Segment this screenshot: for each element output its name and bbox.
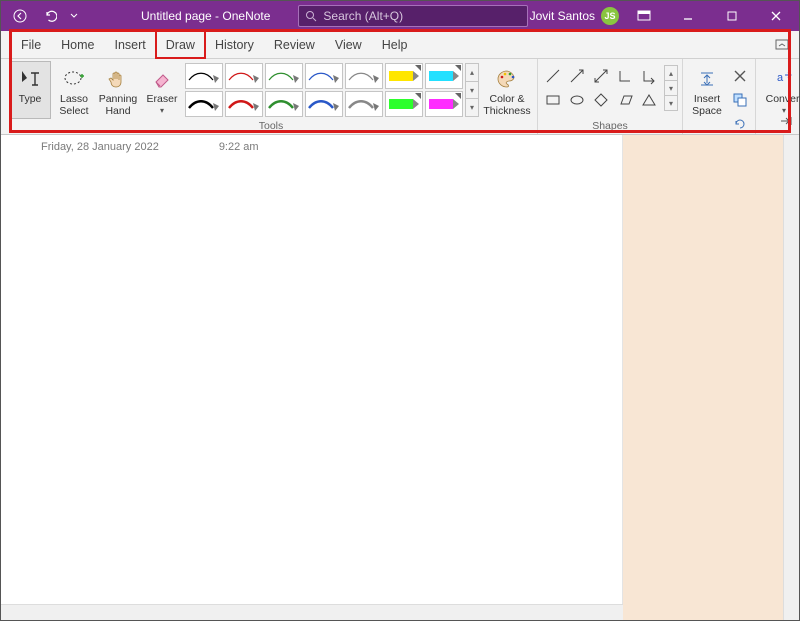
pen-gallery-more[interactable]: ▴▾▾ — [465, 63, 479, 117]
shape-line[interactable] — [542, 65, 564, 87]
search-icon — [305, 10, 317, 22]
highlighter-pen[interactable] — [385, 63, 423, 89]
delete-button[interactable] — [729, 65, 751, 87]
tab-review[interactable]: Review — [264, 31, 325, 58]
page-canvas: Friday, 28 January 2022 9:22 am — [1, 135, 799, 620]
ribbon-draw: Type Lasso Select Panning Hand Eraser ▾ … — [1, 59, 799, 135]
shape-parallelogram[interactable] — [614, 89, 636, 111]
tab-file[interactable]: File — [11, 31, 51, 58]
note-page[interactable]: Friday, 28 January 2022 9:22 am — [1, 135, 623, 620]
shape-double-arrow[interactable] — [590, 65, 612, 87]
pen[interactable] — [265, 63, 303, 89]
eraser-icon — [151, 66, 173, 92]
type-tool-button[interactable]: Type — [9, 61, 51, 119]
chevron-down-icon: ▾ — [160, 106, 164, 115]
panning-hand-button[interactable]: Panning Hand — [97, 61, 139, 119]
color-thickness-button[interactable]: Color & Thickness — [481, 61, 533, 119]
pen[interactable] — [185, 63, 223, 89]
minimize-button[interactable] — [669, 1, 707, 31]
pen[interactable] — [305, 91, 343, 117]
side-panel[interactable] — [623, 135, 783, 620]
highlighter-pen[interactable] — [385, 91, 423, 117]
pen[interactable] — [225, 63, 263, 89]
tab-home[interactable]: Home — [51, 31, 104, 58]
pen[interactable] — [345, 63, 383, 89]
rotate-button[interactable] — [729, 113, 751, 135]
insert-space-icon — [697, 66, 717, 92]
back-button[interactable] — [7, 3, 33, 29]
search-placeholder: Search (Alt+Q) — [323, 9, 403, 23]
title-bar: Untitled page - OneNote Search (Alt+Q) J… — [1, 1, 799, 31]
maximize-button[interactable] — [713, 1, 751, 31]
eraser-button[interactable]: Eraser ▾ — [141, 61, 183, 119]
group-label-shapes: Shapes — [542, 120, 678, 134]
hand-icon — [107, 66, 129, 92]
chevron-down-icon: ▾ — [782, 106, 786, 115]
lasso-icon — [62, 66, 86, 92]
window-title: Untitled page - OneNote — [141, 9, 270, 23]
shapes-gallery-more[interactable]: ▴▾▾ — [664, 65, 678, 111]
palette-icon — [495, 66, 519, 92]
shape-elbow[interactable] — [614, 65, 636, 87]
pen-gallery — [185, 61, 463, 117]
tab-draw[interactable]: Draw — [156, 31, 205, 58]
collapse-ribbon-button[interactable] — [771, 35, 793, 55]
pen[interactable] — [345, 91, 383, 117]
shape-diamond[interactable] — [590, 89, 612, 111]
shape-elbow-arrow[interactable] — [638, 65, 660, 87]
shapes-gallery — [542, 61, 660, 111]
group-label-tools: Tools — [9, 120, 533, 134]
tab-insert[interactable]: Insert — [105, 31, 156, 58]
vertical-scrollbar[interactable] — [783, 135, 799, 620]
menu-bar: File Home Insert Draw History Review Vie… — [1, 31, 799, 59]
pin-ribbon-button[interactable] — [779, 115, 793, 130]
arrange-button[interactable] — [729, 89, 751, 111]
pen[interactable] — [185, 91, 223, 117]
pen[interactable] — [305, 63, 343, 89]
shape-ellipse[interactable] — [566, 89, 588, 111]
tab-help[interactable]: Help — [372, 31, 418, 58]
tab-history[interactable]: History — [205, 31, 264, 58]
qat-dropdown[interactable] — [67, 3, 81, 29]
convert-icon: a — [773, 66, 795, 92]
highlighter-pen[interactable] — [425, 91, 463, 117]
cursor-text-icon — [19, 66, 41, 92]
search-box[interactable]: Search (Alt+Q) — [298, 5, 528, 27]
close-button[interactable] — [757, 1, 795, 31]
convert-button[interactable]: a Convert ▾ — [760, 61, 800, 119]
user-avatar[interactable]: JS — [601, 7, 619, 25]
tab-view[interactable]: View — [325, 31, 372, 58]
shape-rect[interactable] — [542, 89, 564, 111]
pen[interactable] — [265, 91, 303, 117]
shape-triangle[interactable] — [638, 89, 660, 111]
horizontal-scrollbar[interactable] — [1, 604, 623, 620]
svg-text:a: a — [777, 72, 784, 84]
highlighter-pen[interactable] — [425, 63, 463, 89]
ribbon-mode-button[interactable] — [625, 1, 663, 31]
pen[interactable] — [225, 91, 263, 117]
page-date: Friday, 28 January 2022 — [41, 141, 159, 153]
lasso-select-button[interactable]: Lasso Select — [53, 61, 95, 119]
shape-arrow[interactable] — [566, 65, 588, 87]
insert-space-button[interactable]: Insert Space — [687, 61, 727, 119]
page-time: 9:22 am — [219, 141, 259, 153]
user-name[interactable]: Jovit Santos — [530, 9, 595, 23]
undo-button[interactable] — [37, 3, 63, 29]
